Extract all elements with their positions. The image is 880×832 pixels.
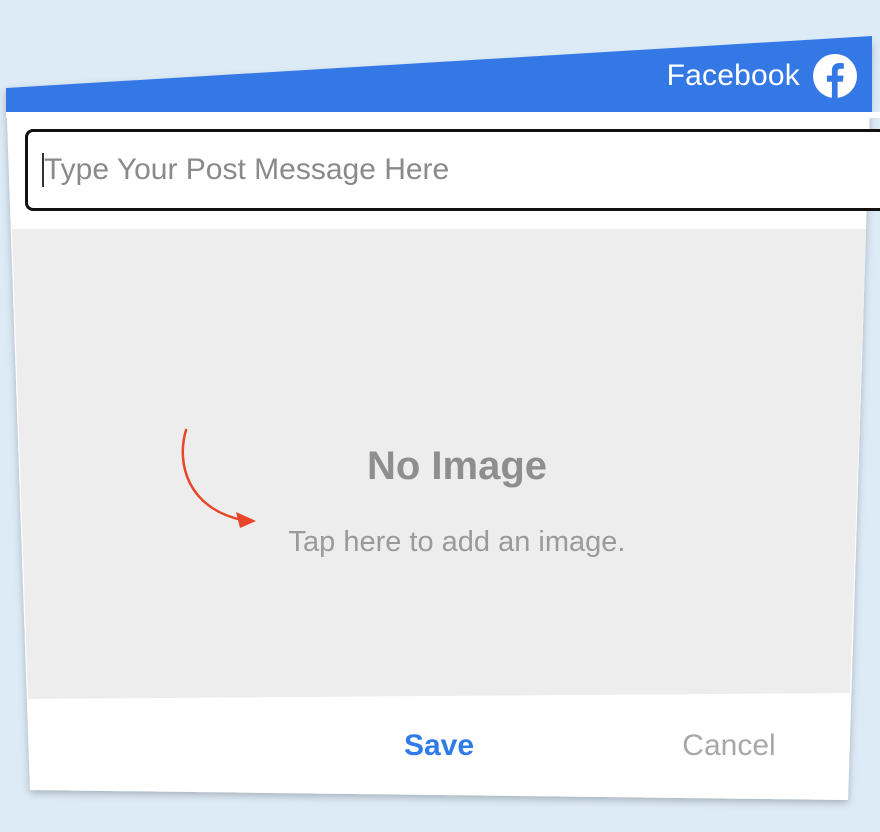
post-message-input[interactable]	[25, 129, 880, 211]
no-image-title: No Image	[366, 444, 548, 488]
cancel-button[interactable]: Cancel	[664, 724, 794, 768]
curved-arrow-icon	[181, 428, 256, 528]
network-label: Facebook	[666, 59, 800, 92]
post-composer-screen: Facebook No Image Tap here to add an ima…	[0, 0, 880, 832]
facebook-icon	[813, 54, 857, 98]
save-button[interactable]: Save	[380, 724, 498, 768]
header-white-edge	[6, 112, 880, 118]
text-cursor	[42, 153, 44, 187]
add-image-hint: Tap here to add an image.	[288, 526, 626, 558]
